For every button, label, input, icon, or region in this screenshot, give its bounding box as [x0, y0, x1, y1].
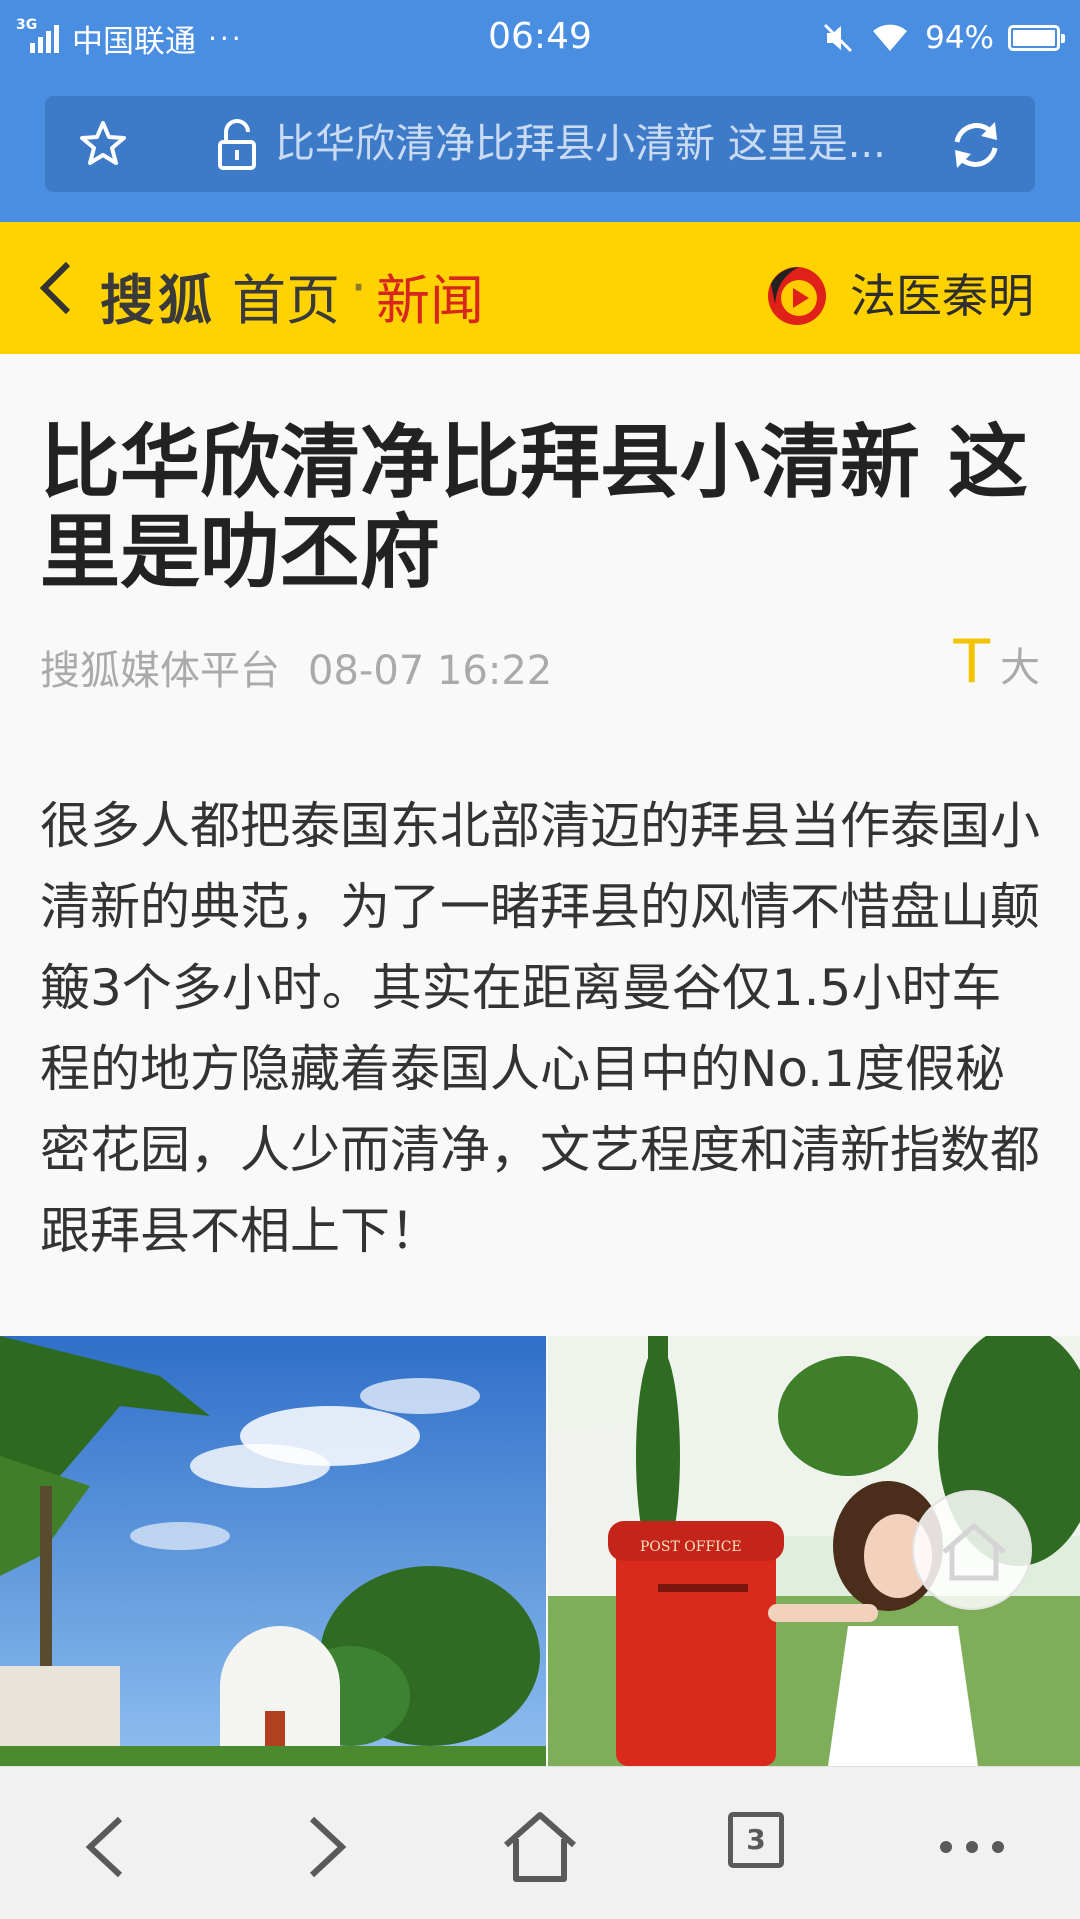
- article-source[interactable]: 搜狐媒体平台: [40, 648, 280, 694]
- star-icon[interactable]: [77, 118, 129, 170]
- article-title: 比华欣清净比拜县小清新 这里是叻丕府: [40, 416, 1028, 599]
- floating-home-button[interactable]: [912, 1490, 1032, 1610]
- status-right: 94%: [821, 18, 1065, 58]
- font-size-button[interactable]: T 大: [953, 632, 1040, 692]
- breadcrumb-separator: ·: [350, 256, 368, 319]
- article-meta: 搜狐媒体平台 08-07 16:22: [40, 638, 552, 696]
- refresh-icon[interactable]: [947, 116, 1005, 174]
- home-icon: [942, 1522, 1006, 1581]
- forward-icon[interactable]: [284, 1807, 364, 1887]
- home-icon[interactable]: [500, 1807, 580, 1887]
- url-bar[interactable]: 比华欣清净比拜县小清新 这里是...: [45, 96, 1035, 192]
- post-box-text: POST OFFICE: [640, 1539, 742, 1555]
- phone-screen: 3G 中国联通 ··· 06:49 94% 比华欣清净比拜县小清新 这里是...…: [0, 0, 1080, 1919]
- battery-percent: 94%: [925, 20, 994, 56]
- home-link[interactable]: 首页: [232, 256, 340, 335]
- site-logo-text[interactable]: 搜狐: [100, 256, 216, 335]
- back-icon[interactable]: [68, 1807, 148, 1887]
- promo-link[interactable]: 法医秦明: [850, 260, 1034, 326]
- section-news-link[interactable]: 新闻: [376, 256, 484, 335]
- play-logo-icon[interactable]: [765, 264, 829, 328]
- site-header: 搜狐 首页 · 新闻 法医秦明: [0, 222, 1080, 354]
- status-bar: 3G 中国联通 ··· 06:49 94%: [0, 0, 1080, 76]
- villa-photo: [0, 1336, 546, 1766]
- wifi-icon: [873, 24, 908, 51]
- battery-icon: [1008, 25, 1065, 51]
- more-icon[interactable]: [932, 1807, 1012, 1887]
- url-title[interactable]: 比华欣清净比拜县小清新 这里是...: [275, 118, 955, 170]
- tabs-button[interactable]: 3: [728, 1812, 784, 1868]
- article-date: 08-07 16:22: [308, 648, 553, 694]
- chevron-left-icon[interactable]: [36, 260, 76, 316]
- font-size-icon: T: [953, 627, 990, 697]
- article-body: 很多人都把泰国东北部清迈的拜县当作泰国小清新的典范，为了一睹拜县的风情不惜盘山颠…: [40, 797, 1040, 1260]
- font-size-label: 大: [1000, 645, 1040, 691]
- browser-chrome: 3G 中国联通 ··· 06:49 94% 比华欣清净比拜县小清新 这里是...: [0, 0, 1080, 222]
- bottom-toolbar: 3: [0, 1766, 1080, 1919]
- mute-icon: [824, 23, 853, 53]
- lock-icon: [218, 119, 256, 170]
